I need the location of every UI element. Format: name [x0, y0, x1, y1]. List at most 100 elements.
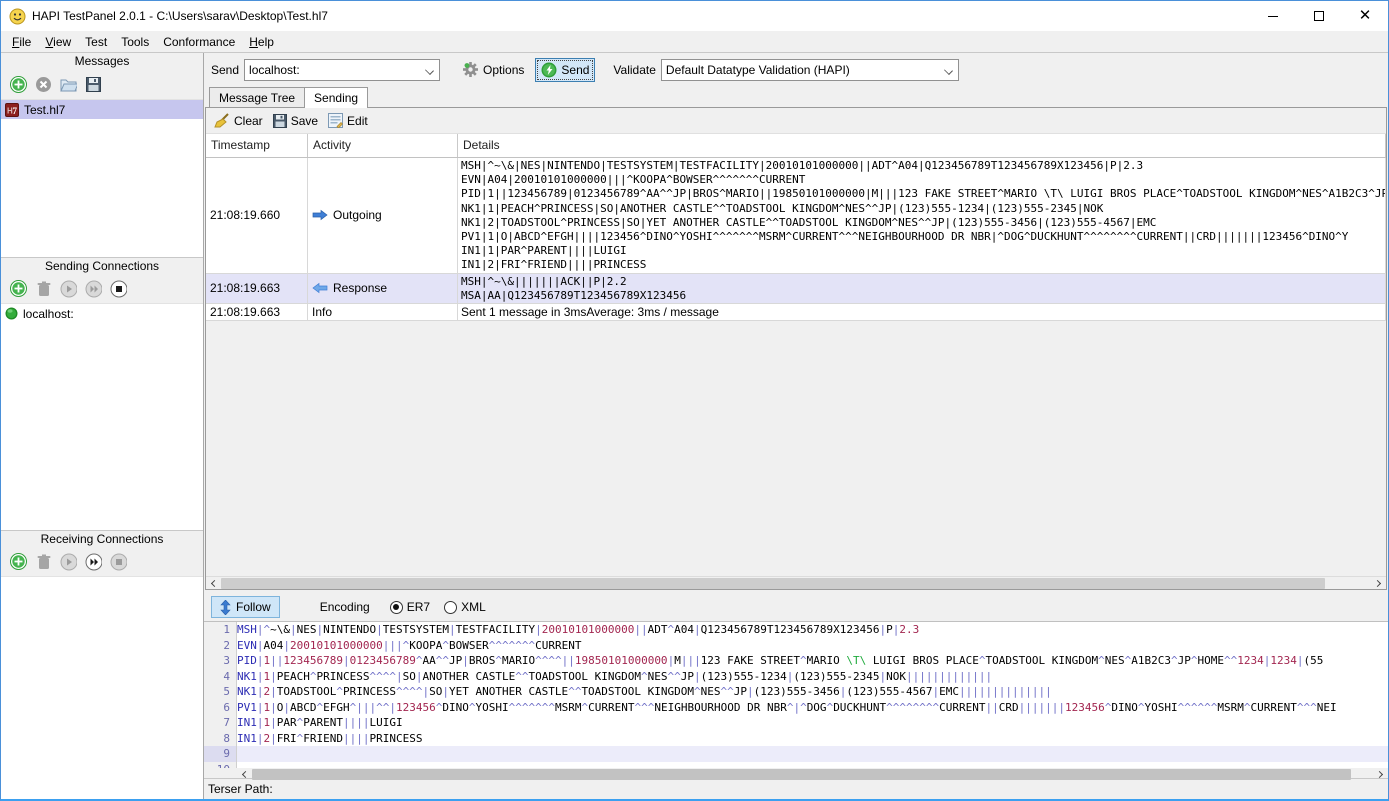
start-connection-button[interactable]	[60, 553, 77, 570]
menu-file[interactable]: File	[5, 33, 38, 51]
maximize-button[interactable]	[1296, 1, 1342, 31]
receiving-connections-header: Receiving Connections	[1, 530, 203, 547]
start-all-connections-button[interactable]	[85, 280, 102, 297]
table-horizontal-scrollbar[interactable]	[206, 576, 1386, 589]
menu-help[interactable]: Help	[242, 33, 281, 51]
stop-connection-button[interactable]	[110, 553, 127, 570]
editor-code-area[interactable]: MSH|^~\&|NES|NINTENDO|TESTSYSTEM|TESTFAC…	[237, 622, 1388, 768]
menu-test[interactable]: Test	[78, 33, 114, 51]
menu-bar: FileViewTestToolsConformanceHelp	[1, 31, 1388, 53]
save-button[interactable]: Save	[273, 114, 318, 128]
options-button[interactable]: Options	[456, 58, 530, 82]
receiving-connections-toolbar	[1, 547, 203, 577]
send-target-combobox[interactable]: localhost:	[244, 59, 440, 81]
timestamp-cell: 21:08:19.660	[206, 158, 308, 273]
sending-connection-item[interactable]: localhost:	[1, 304, 203, 323]
title-bar: HAPI TestPanel 2.0.1 - C:\Users\sarav\De…	[1, 1, 1388, 31]
add-message-button[interactable]	[10, 76, 27, 93]
message-item-label: Test.hl7	[24, 103, 65, 117]
validate-value: Default Datatype Validation (HAPI)	[666, 63, 850, 77]
app-window: HAPI TestPanel 2.0.1 - C:\Users\sarav\De…	[0, 0, 1389, 801]
menu-conformance[interactable]: Conformance	[156, 33, 242, 51]
edit-button[interactable]: Edit	[328, 113, 368, 128]
add-connection-button[interactable]	[10, 553, 27, 570]
line-number: 2	[204, 638, 236, 654]
menu-view[interactable]: View	[38, 33, 78, 51]
tab-message-tree[interactable]: Message Tree	[209, 87, 305, 107]
start-connection-button[interactable]	[60, 280, 77, 297]
table-row-info[interactable]: 21:08:19.663InfoSent 1 message in 3msAve…	[206, 304, 1386, 321]
editor-line[interactable]: MSH|^~\&|NES|NINTENDO|TESTSYSTEM|TESTFAC…	[237, 622, 1388, 638]
actions-toolbar: Clear Save Edit	[206, 108, 1386, 134]
add-connection-button[interactable]	[10, 280, 27, 297]
editor-line[interactable]: PV1|1|O|ABCD^EFGH^|||^^|123456^DINO^YOSH…	[237, 700, 1388, 716]
menu-tools[interactable]: Tools	[114, 33, 156, 51]
editor-line[interactable]: EVN|A04|20010101000000|||^KOOPA^BOWSER^^…	[237, 638, 1388, 654]
message-item[interactable]: H7Test.hl7	[1, 100, 203, 119]
gear-icon	[462, 61, 479, 78]
editor-line[interactable]: PID|1||123456789|0123456789^AA^^JP|BROS^…	[237, 653, 1388, 669]
details-line: PID|1||123456789|0123456789^AA^^JP|BROS^…	[461, 187, 1385, 201]
scroll-left-arrow-icon[interactable]	[206, 577, 221, 590]
table-row-response[interactable]: 21:08:19.663ResponseMSH|^~\&|||||||ACK||…	[206, 274, 1386, 304]
tab-bar: Message TreeSending	[204, 86, 1388, 107]
hl7-message-editor[interactable]: 12345678910 MSH|^~\&|NES|NINTENDO|TESTSY…	[204, 621, 1388, 768]
sending-connections-list: localhost:	[1, 304, 203, 530]
column-header-timestamp[interactable]: Timestamp	[206, 134, 308, 157]
tab-sending[interactable]: Sending	[304, 87, 368, 108]
stop-connection-button[interactable]	[110, 280, 127, 297]
sending-tab-panel: Clear Save Edit TimestampActivityDetails…	[205, 107, 1387, 590]
details-line: MSH|^~\&|NES|NINTENDO|TESTSYSTEM|TESTFAC…	[461, 159, 1385, 173]
clear-button-label: Clear	[234, 114, 263, 128]
table-body: 21:08:19.660OutgoingMSH|^~\&|NES|NINTEND…	[206, 158, 1386, 576]
table-row-outgoing[interactable]: 21:08:19.660OutgoingMSH|^~\&|NES|NINTEND…	[206, 158, 1386, 274]
editor-line[interactable]: IN1|1|PAR^PARENT||||LUIGI	[237, 715, 1388, 731]
line-number: 8	[204, 731, 236, 747]
editor-line[interactable]: NK1|2|TOADSTOOL^PRINCESS^^^^|SO|YET ANOT…	[237, 684, 1388, 700]
column-header-activity[interactable]: Activity	[308, 134, 458, 157]
details-line: IN1|1|PAR^PARENT||||LUIGI	[461, 244, 1385, 258]
encoding-radio-er7[interactable]: ER7	[390, 600, 430, 614]
sending-connection-item-label: localhost:	[23, 307, 74, 321]
editor-toolbar: Follow Encoding ER7 XML	[204, 593, 1388, 621]
table-header: TimestampActivityDetails	[206, 134, 1386, 158]
clear-button[interactable]: Clear	[214, 113, 263, 128]
messages-toolbar	[1, 70, 203, 100]
encoding-radio-xml[interactable]: XML	[444, 600, 486, 614]
editor-horizontal-scrollbar[interactable]	[204, 768, 1388, 781]
scrollbar-thumb[interactable]	[252, 769, 1351, 780]
open-file-button[interactable]	[60, 76, 77, 93]
save-icon	[273, 114, 287, 128]
delete-connection-button[interactable]	[35, 553, 52, 570]
send-button[interactable]: Send	[535, 58, 595, 82]
line-number: 1	[204, 622, 236, 638]
message-editor-section: Follow Encoding ER7 XML 12345678910 MSH|^…	[204, 590, 1388, 778]
chevron-down-icon	[425, 66, 434, 75]
close-button[interactable]: ✕	[1342, 1, 1388, 31]
chevron-down-icon	[944, 66, 953, 75]
send-icon	[541, 62, 557, 78]
close-message-button[interactable]	[35, 76, 52, 93]
editor-line[interactable]: NK1|1|PEACH^PRINCESS^^^^|SO|ANOTHER CAST…	[237, 669, 1388, 685]
validate-combobox[interactable]: Default Datatype Validation (HAPI)	[661, 59, 959, 81]
activity-cell: Response	[308, 274, 458, 303]
encoding-label: Encoding	[320, 600, 370, 614]
save-file-button[interactable]	[85, 76, 102, 93]
follow-icon	[220, 600, 231, 615]
close-icon: ✕	[1359, 11, 1372, 21]
connection-status-icon	[5, 307, 18, 320]
maximize-icon	[1314, 11, 1324, 21]
radio-label: ER7	[407, 600, 430, 614]
scrollbar-thumb[interactable]	[221, 578, 1325, 589]
editor-line[interactable]	[237, 746, 1388, 762]
details-line: MSA|AA|Q123456789T123456789X123456	[461, 289, 1385, 303]
column-header-details[interactable]: Details	[458, 134, 1386, 157]
follow-toggle-button[interactable]: Follow	[211, 596, 280, 618]
start-all-connections-button[interactable]	[85, 553, 102, 570]
details-line: NK1|2|TOADSTOOL^PRINCESS|SO|YET ANOTHER …	[461, 216, 1385, 230]
minimize-button[interactable]	[1250, 1, 1296, 31]
radio-label: XML	[461, 600, 486, 614]
editor-line[interactable]: IN1|2|FRI^FRIEND||||PRINCESS	[237, 731, 1388, 747]
scroll-right-arrow-icon[interactable]	[1371, 577, 1386, 590]
delete-connection-button[interactable]	[35, 280, 52, 297]
